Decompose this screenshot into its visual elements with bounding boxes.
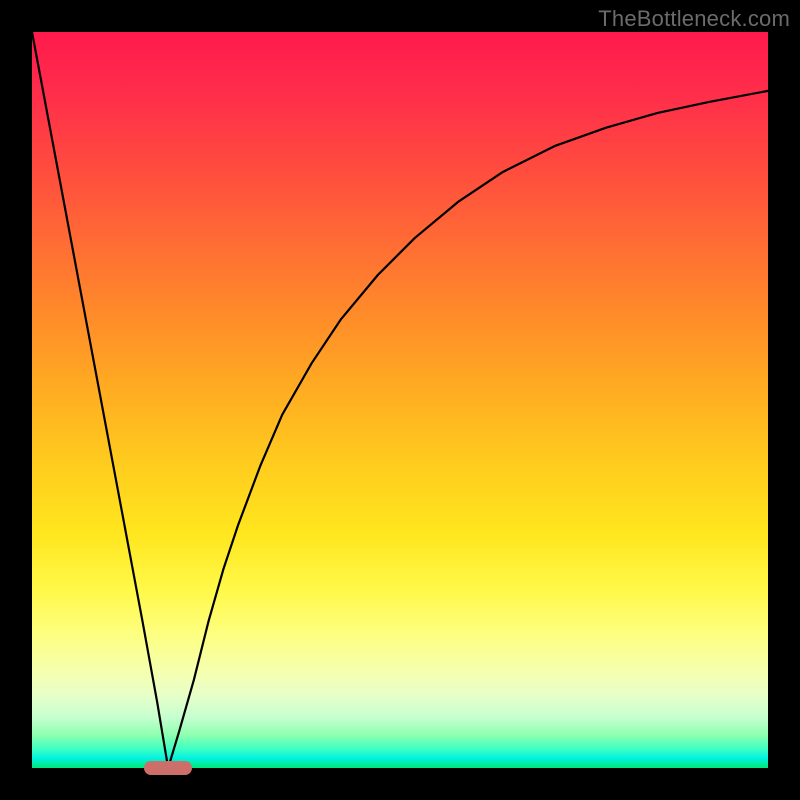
plot-area: [32, 32, 768, 768]
bottleneck-curve: [32, 32, 768, 768]
optimal-marker: [144, 761, 192, 775]
curve-path: [32, 32, 768, 768]
chart-frame: TheBottleneck.com: [0, 0, 800, 800]
watermark-text: TheBottleneck.com: [598, 6, 790, 32]
